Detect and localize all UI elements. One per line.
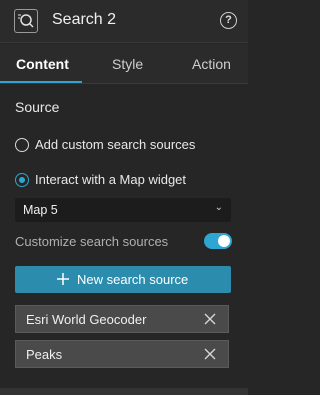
- widget-title: Search 2: [52, 11, 117, 28]
- plus-icon: [57, 273, 69, 285]
- radio-label-map-widget[interactable]: Interact with a Map widget: [35, 172, 186, 187]
- close-icon[interactable]: [204, 348, 216, 360]
- toggle-knob: [218, 235, 230, 247]
- radio-custom-sources[interactable]: [15, 138, 29, 152]
- close-icon[interactable]: [204, 313, 216, 325]
- search-widget-icon: [14, 9, 38, 33]
- source-item-esri-world-geocoder[interactable]: Esri World Geocoder: [15, 305, 229, 333]
- customize-sources-toggle[interactable]: [204, 233, 232, 249]
- source-item-peaks[interactable]: Peaks: [15, 340, 229, 368]
- tab-action[interactable]: Action: [192, 56, 231, 72]
- map-select[interactable]: Map 5 ⌄: [15, 198, 231, 222]
- source-item-label: Peaks: [26, 347, 63, 362]
- tabs-divider: [0, 83, 248, 84]
- radio-label-custom-sources[interactable]: Add custom search sources: [35, 137, 195, 152]
- settings-tabs: Content Style Action: [0, 44, 248, 84]
- map-select-value: Map 5: [23, 203, 58, 217]
- new-search-source-label: New search source: [77, 272, 189, 287]
- tab-content[interactable]: Content: [16, 56, 69, 72]
- panel-footer: [0, 388, 248, 395]
- help-icon[interactable]: ?: [220, 12, 237, 29]
- customize-sources-label: Customize search sources: [15, 234, 169, 249]
- tab-style[interactable]: Style: [112, 56, 143, 72]
- source-item-label: Esri World Geocoder: [26, 312, 147, 327]
- section-title-source: Source: [15, 99, 60, 115]
- radio-map-widget[interactable]: [15, 173, 29, 187]
- panel-header: Search 2 ?: [0, 0, 248, 43]
- chevron-down-icon: ⌄: [214, 202, 223, 213]
- new-search-source-button[interactable]: New search source: [15, 266, 231, 293]
